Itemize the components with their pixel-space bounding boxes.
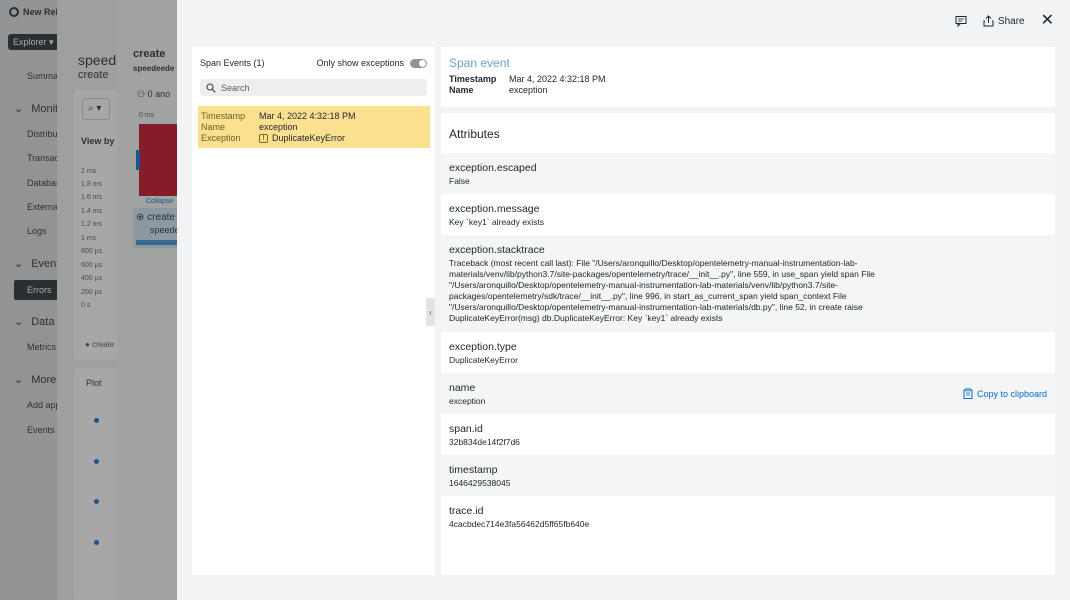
- span-events-count: Span Events (1): [200, 58, 265, 68]
- row-exception-key: Exception: [201, 133, 241, 143]
- drawer-toolbar: Share ✕: [955, 13, 1054, 29]
- attribute-row: exception.type DuplicateKeyError: [441, 332, 1055, 373]
- detail-title: Span event: [449, 56, 510, 70]
- clipboard-icon: [963, 388, 973, 399]
- attribute-row: exception.stacktrace Traceback (most rec…: [441, 235, 1055, 332]
- share-icon: [983, 15, 994, 27]
- attribute-value: 1646429538045: [449, 478, 511, 488]
- close-icon[interactable]: ✕: [1041, 13, 1054, 29]
- attribute-name: name: [449, 382, 476, 394]
- attribute-row: timestamp 1646429538045: [441, 455, 1055, 496]
- share-button[interactable]: Share: [983, 15, 1025, 27]
- span-events-drawer: Share ✕ Span Events (1) Only show except…: [177, 0, 1070, 600]
- row-timestamp-key: Timestamp: [201, 111, 246, 121]
- attribute-name: span.id: [449, 423, 483, 435]
- feedback-icon: [955, 16, 967, 27]
- toggle-switch[interactable]: [410, 58, 427, 68]
- attribute-value: 4cacbdec714e3fa56462d5ff65fb640e: [449, 519, 590, 529]
- attribute-row: exception.escaped False: [441, 153, 1055, 194]
- search-input[interactable]: [221, 82, 421, 93]
- search-field[interactable]: [200, 79, 427, 96]
- attribute-name: exception.message: [449, 203, 540, 215]
- attribute-row: trace.id 4cacbdec714e3fa56462d5ff65fb640…: [441, 496, 1055, 537]
- detail-name: exception: [509, 85, 548, 95]
- attribute-name: exception.stacktrace: [449, 244, 545, 256]
- exception-icon: !: [259, 134, 268, 143]
- collapse-panel-handle[interactable]: ‹: [426, 298, 435, 326]
- exceptions-toggle-label: Only show exceptions: [316, 58, 404, 68]
- feedback-button[interactable]: [955, 15, 967, 27]
- attribute-name: timestamp: [449, 464, 498, 476]
- search-icon: [206, 82, 216, 93]
- chevron-left-icon: ‹: [429, 307, 432, 317]
- attribute-row: name exception Copy to clipboard: [441, 373, 1055, 414]
- attribute-name: exception.escaped: [449, 162, 537, 174]
- row-name-key: Name: [201, 122, 226, 132]
- span-event-row[interactable]: Timestamp Mar 4, 2022 4:32:18 PM Name exce…: [198, 106, 430, 148]
- modal-backdrop[interactable]: [0, 0, 177, 600]
- share-label: Share: [997, 15, 1025, 27]
- attribute-value: exception: [449, 396, 486, 406]
- exceptions-toggle[interactable]: Only show exceptions: [316, 58, 427, 68]
- span-events-list: Span Events (1) Only show exceptions Tim…: [192, 47, 435, 575]
- detail-timestamp: Mar 4, 2022 4:32:18 PM: [509, 74, 606, 84]
- attribute-value: DuplicateKeyError: [449, 355, 518, 365]
- row-timestamp: Mar 4, 2022 4:32:18 PM: [259, 111, 356, 121]
- attribute-value: Traceback (most recent call last): File …: [449, 258, 875, 323]
- attribute-value: Key `key1` already exists: [449, 217, 544, 227]
- attribute-row: span.id 32b834de14f2f7d6: [441, 414, 1055, 455]
- list-header: Span Events (1) Only show exceptions: [200, 58, 427, 68]
- attribute-row: exception.message Key `key1` already exi…: [441, 194, 1055, 235]
- detail-name-key: Name: [449, 85, 474, 95]
- attribute-value: 32b834de14f2f7d6: [449, 437, 520, 447]
- copy-to-clipboard-button[interactable]: Copy to clipboard: [963, 388, 1047, 399]
- detail-timestamp-key: Timestamp: [449, 74, 497, 84]
- attributes-title: Attributes: [449, 127, 500, 141]
- attribute-name: trace.id: [449, 505, 484, 517]
- row-name: exception: [259, 122, 298, 132]
- attribute-name: exception.type: [449, 341, 517, 353]
- span-event-summary: Span event Timestamp Mar 4, 2022 4:32:18 …: [441, 47, 1055, 107]
- copy-label: Copy to clipboard: [976, 388, 1047, 399]
- attributes-panel: Attributes exception.escaped False excep…: [441, 113, 1055, 575]
- row-exception: DuplicateKeyError: [272, 133, 346, 143]
- attribute-value: False: [449, 176, 470, 186]
